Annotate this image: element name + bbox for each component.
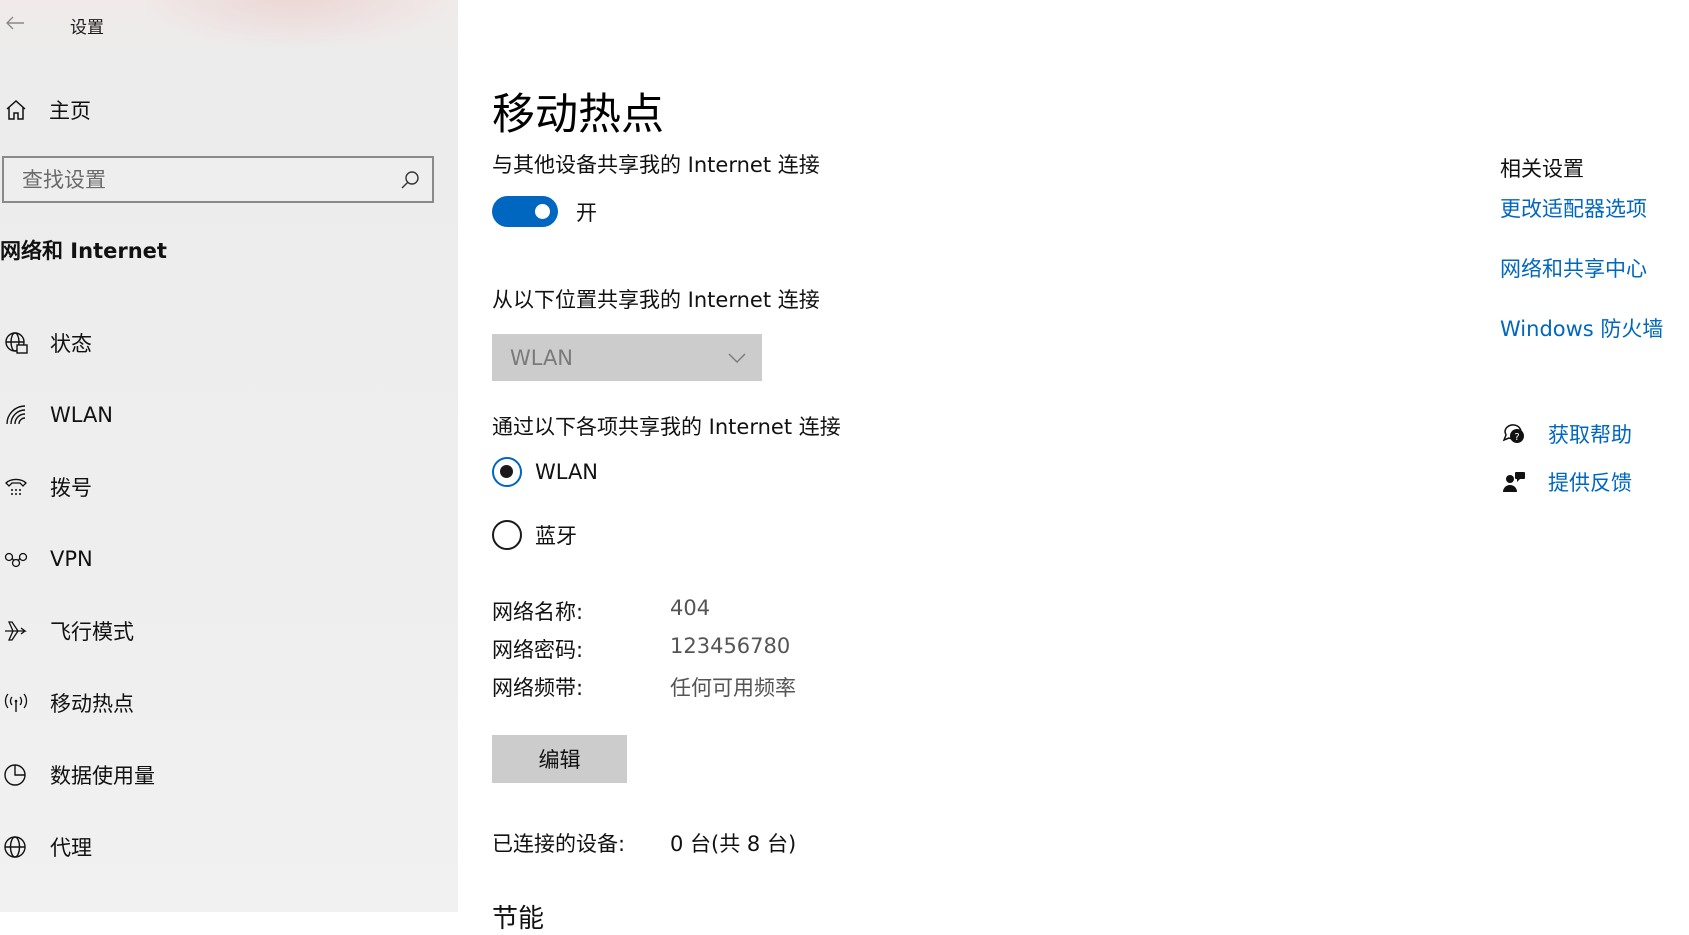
vpn-icon	[2, 545, 30, 573]
search-input[interactable]	[20, 166, 390, 193]
sidebar-nav: 状态 WLAN 拨号 VPN 飞行模式 移动热点 数据使用量 代理	[0, 307, 458, 883]
back-button[interactable]	[2, 10, 28, 36]
sidebar-item-label: 状态	[50, 332, 92, 356]
edit-button[interactable]: 编辑	[492, 735, 627, 783]
network-band-row: 网络频带: 任何可用频率	[492, 672, 796, 702]
share-toggle[interactable]	[492, 196, 558, 227]
info-key: 网络名称:	[492, 600, 584, 624]
get-help-link[interactable]: ? 获取帮助	[1500, 419, 1632, 449]
share-from-dropdown[interactable]: WLAN	[492, 334, 762, 381]
hotspot-icon	[2, 689, 30, 717]
globe-icon	[2, 833, 30, 861]
globe-status-icon	[2, 329, 30, 357]
share-label: 与其他设备共享我的 Internet 连接	[492, 153, 820, 177]
toggle-state-label: 开	[576, 200, 597, 225]
radio-button[interactable]	[492, 520, 522, 550]
back-arrow-icon	[6, 16, 24, 30]
sidebar-item-label: VPN	[50, 547, 93, 571]
wifi-icon	[2, 401, 30, 429]
sidebar-item-proxy[interactable]: 代理	[0, 811, 458, 883]
info-value: 123456780	[670, 634, 791, 658]
svg-text:?: ?	[1514, 432, 1519, 443]
radio-label: 蓝牙	[535, 524, 577, 548]
network-name-row: 网络名称: 404	[492, 596, 710, 626]
share-over-label: 通过以下各项共享我的 Internet 连接	[492, 415, 841, 439]
sidebar-item-data-usage[interactable]: 数据使用量	[0, 739, 458, 811]
sidebar-item-hotspot[interactable]: 移动热点	[0, 667, 458, 739]
windows-firewall-link[interactable]: Windows 防火墙	[1500, 313, 1663, 343]
sidebar-item-label: 移动热点	[50, 692, 134, 716]
search-icon[interactable]	[398, 168, 422, 192]
section-header: 网络和 Internet	[0, 239, 167, 263]
sidebar-item-label: 数据使用量	[50, 764, 155, 788]
sidebar-item-airplane[interactable]: 飞行模式	[0, 595, 458, 667]
feedback-link-label: 提供反馈	[1548, 471, 1632, 495]
share-from-label: 从以下位置共享我的 Internet 连接	[492, 288, 820, 312]
related-settings: 相关设置 更改适配器选项 网络和共享中心 Windows 防火墙 ? 获取帮助 …	[1500, 0, 1689, 912]
sidebar-item-label: 拨号	[50, 476, 92, 500]
toggle-knob	[535, 204, 550, 219]
sidebar-item-status[interactable]: 状态	[0, 307, 458, 379]
network-sharing-center-link[interactable]: 网络和共享中心	[1500, 253, 1647, 283]
sidebar-item-home[interactable]: 主页	[0, 90, 458, 130]
airplane-icon	[2, 617, 30, 645]
connected-devices-row: 已连接的设备: 0 台(共 8 台)	[492, 828, 796, 858]
feedback-link[interactable]: 提供反馈	[1500, 467, 1632, 497]
home-icon	[2, 96, 30, 124]
dialup-icon	[2, 473, 30, 501]
radio-bluetooth[interactable]: 蓝牙	[492, 520, 577, 550]
feedback-icon	[1500, 468, 1528, 496]
share-toggle-row: 开	[492, 196, 597, 227]
info-value: 任何可用频率	[670, 676, 796, 700]
window-title: 设置	[70, 18, 104, 38]
sidebar-item-vpn[interactable]: VPN	[0, 523, 458, 595]
info-value: 0 台(共 8 台)	[670, 832, 797, 856]
info-key: 网络密码:	[492, 638, 584, 662]
chevron-down-icon	[728, 353, 746, 363]
info-key: 网络频带:	[492, 676, 584, 700]
help-link-label: 获取帮助	[1548, 423, 1632, 447]
related-settings-title: 相关设置	[1500, 157, 1584, 181]
sidebar-item-label: 飞行模式	[50, 620, 134, 644]
sidebar-item-label: 主页	[49, 99, 91, 123]
sidebar-item-label: WLAN	[50, 403, 114, 427]
power-saving-heading: 节能	[492, 904, 545, 934]
help-chat-icon: ?	[1500, 420, 1528, 448]
data-usage-icon	[2, 761, 30, 789]
info-value: 404	[670, 596, 711, 620]
sidebar: 设置 主页 网络和 Internet	[0, 0, 458, 912]
network-password-row: 网络密码: 123456780	[492, 634, 790, 664]
search-box[interactable]	[2, 156, 434, 203]
info-key: 已连接的设备:	[492, 832, 626, 856]
sidebar-item-dialup[interactable]: 拨号	[0, 451, 458, 523]
adapter-options-link[interactable]: 更改适配器选项	[1500, 193, 1647, 223]
sidebar-item-wlan[interactable]: WLAN	[0, 379, 458, 451]
radio-wlan[interactable]: WLAN	[492, 457, 598, 487]
radio-button-checked[interactable]	[492, 457, 522, 487]
page-title: 移动热点	[492, 90, 664, 140]
radio-label: WLAN	[535, 460, 599, 484]
sidebar-item-label: 代理	[50, 836, 92, 860]
dropdown-value: WLAN	[510, 345, 574, 370]
